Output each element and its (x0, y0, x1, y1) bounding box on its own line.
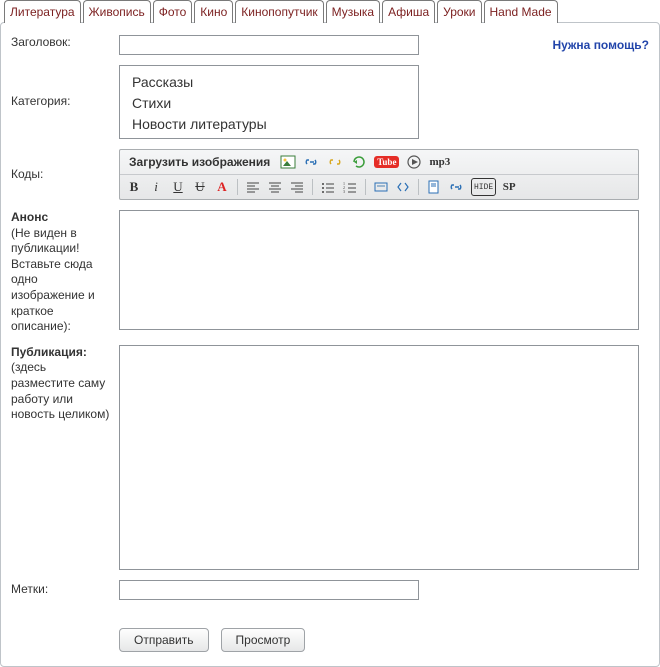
tab-literature[interactable]: Литература (4, 0, 81, 23)
player-icon[interactable] (405, 153, 423, 171)
submit-button[interactable]: Отправить (119, 628, 209, 652)
tab-painting[interactable]: Живопись (83, 0, 151, 23)
tab-handmade[interactable]: Hand Made (484, 0, 558, 23)
italic-button[interactable]: i (147, 178, 165, 196)
toolbar-separator (365, 179, 366, 195)
category-label: Категория: (11, 94, 119, 110)
code-icon[interactable] (394, 178, 412, 196)
text-color-button[interactable]: A (213, 178, 231, 196)
mp3-button[interactable]: mp3 (427, 153, 452, 171)
align-center-icon[interactable] (266, 178, 284, 196)
form-panel: Заголовок: Нужна помощь? Категория: Расс… (0, 22, 660, 667)
strike-button[interactable]: U (191, 178, 209, 196)
anons-textarea[interactable] (119, 210, 639, 330)
toolbar-separator (418, 179, 419, 195)
title-input[interactable] (119, 35, 419, 55)
tab-poster[interactable]: Афиша (382, 0, 435, 23)
category-option[interactable]: Новости литературы (132, 114, 406, 135)
help-link[interactable]: Нужна помощь? (552, 38, 649, 52)
editor-toolbar: Загрузить изображения (119, 149, 639, 200)
tab-cinematravel[interactable]: Кинопопутчик (235, 0, 323, 23)
codes-label: Коды: (11, 167, 119, 183)
list-ul-icon[interactable] (319, 178, 337, 196)
tab-cinema[interactable]: Кино (194, 0, 233, 23)
preview-button[interactable]: Просмотр (221, 628, 306, 652)
upload-images-button[interactable]: Загрузить изображения (125, 155, 274, 169)
attach-icon[interactable] (447, 178, 467, 196)
anons-label: Анонс (Не виден в публикации! Вставьте с… (11, 210, 119, 335)
link-icon[interactable] (302, 153, 322, 171)
align-left-icon[interactable] (244, 178, 262, 196)
publication-label: Публикация: (здесь разместите саму работ… (11, 345, 119, 570)
unlink-icon[interactable] (326, 153, 346, 171)
category-option[interactable]: Стихи (132, 93, 406, 114)
tab-lessons[interactable]: Уроки (437, 0, 481, 23)
tab-music[interactable]: Музыка (326, 0, 380, 23)
category-option[interactable]: Рассказы (132, 72, 406, 93)
title-label: Заголовок: (11, 35, 119, 55)
quote-icon[interactable] (372, 178, 390, 196)
image-icon[interactable] (278, 153, 298, 171)
tags-input[interactable] (119, 580, 419, 600)
hide-button[interactable]: HIDE (471, 178, 496, 196)
bold-button[interactable]: B (125, 178, 143, 196)
tab-strip: Литература Живопись Фото Кино Кинопопутч… (0, 0, 660, 23)
align-right-icon[interactable] (288, 178, 306, 196)
toolbar-separator (237, 179, 238, 195)
refresh-icon[interactable] (350, 153, 368, 171)
toolbar-separator (312, 179, 313, 195)
tab-photo[interactable]: Фото (153, 0, 193, 23)
sp-button[interactable]: SP (500, 178, 518, 196)
insert-doc-icon[interactable] (425, 178, 443, 196)
publication-textarea[interactable] (119, 345, 639, 570)
youtube-icon[interactable]: Tube (372, 153, 401, 171)
category-select[interactable]: Рассказы Стихи Новости литературы (119, 65, 419, 139)
tags-label: Метки: (11, 582, 119, 598)
list-ol-icon[interactable]: 123 (341, 178, 359, 196)
svg-text:3: 3 (343, 189, 345, 193)
underline-button[interactable]: U (169, 178, 187, 196)
